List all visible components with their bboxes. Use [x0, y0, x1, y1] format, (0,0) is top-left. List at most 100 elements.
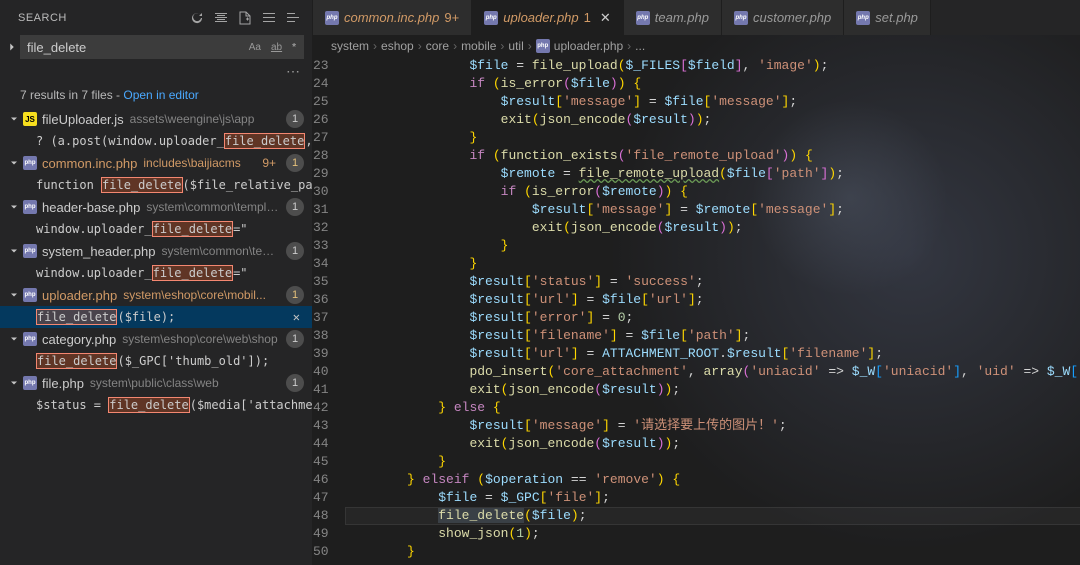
- clear-icon[interactable]: [210, 7, 232, 29]
- code-line[interactable]: $result['filename'] = $file['path'];: [345, 327, 1080, 345]
- line-number: 45: [313, 453, 329, 471]
- code-line[interactable]: } elseif ($operation == 'remove') {: [345, 471, 1080, 489]
- code-line[interactable]: }: [345, 129, 1080, 147]
- tab-name: common.inc.php: [344, 10, 439, 25]
- code-line[interactable]: pdo_insert('core_attachment', array('uni…: [345, 363, 1080, 381]
- chevron-down-icon[interactable]: [8, 377, 20, 389]
- editor-tab[interactable]: php common.inc.php 9+: [313, 0, 472, 35]
- code-line[interactable]: file_delete($file);: [345, 507, 1080, 525]
- file-result[interactable]: php uploader.php system\eshop\core\mobil…: [0, 284, 312, 306]
- breadcrumb-segment[interactable]: eshop: [381, 39, 414, 53]
- breadcrumb-segment[interactable]: util: [508, 39, 523, 53]
- refresh-icon[interactable]: [186, 7, 208, 29]
- breadcrumb-segment[interactable]: ...: [635, 39, 645, 53]
- code-line[interactable]: $file = $_GPC['file'];: [345, 489, 1080, 507]
- toggle-replace-icon[interactable]: [4, 40, 20, 54]
- match-count-badge: 1: [286, 198, 304, 216]
- php-icon: php: [734, 11, 748, 25]
- tab-name: set.php: [875, 10, 918, 25]
- chevron-down-icon[interactable]: [8, 333, 20, 345]
- code-line[interactable]: }: [345, 543, 1080, 561]
- code-content[interactable]: $file = file_upload($_FILES[$field], 'im…: [345, 57, 1080, 565]
- expand-icon[interactable]: [282, 7, 304, 29]
- tab-bar: php common.inc.php 9+ php uploader.php 1…: [313, 0, 1080, 35]
- editor-tab[interactable]: php customer.php: [722, 0, 844, 35]
- collapse-icon[interactable]: [258, 7, 280, 29]
- match-text: file_delete($file);: [36, 310, 175, 324]
- match-result[interactable]: window.uploader_file_delete=": [0, 262, 312, 284]
- code-editor[interactable]: 2324252627282930313233343536373839404142…: [313, 57, 1080, 565]
- tab-name: customer.php: [753, 10, 831, 25]
- regex-icon[interactable]: *: [289, 40, 299, 55]
- file-result[interactable]: php header-base.php system\common\templa…: [0, 196, 312, 218]
- editor-tab[interactable]: php uploader.php 1 ✕: [472, 0, 624, 35]
- chevron-down-icon[interactable]: [8, 289, 20, 301]
- file-result[interactable]: php file.php system\public\class\web 1: [0, 372, 312, 394]
- match-result[interactable]: file_delete($file); ✕: [0, 306, 312, 328]
- breadcrumb-separator: ›: [453, 39, 457, 53]
- code-line[interactable]: }: [345, 453, 1080, 471]
- code-line[interactable]: $result['url'] = ATTACHMENT_ROOT.$result…: [345, 345, 1080, 363]
- php-icon: php: [536, 39, 550, 53]
- breadcrumb-segment[interactable]: mobile: [461, 39, 496, 53]
- line-number: 25: [313, 93, 329, 111]
- file-result[interactable]: php common.inc.php includes\baijiacms 9+…: [0, 152, 312, 174]
- dismiss-icon[interactable]: ✕: [289, 310, 304, 324]
- new-file-icon[interactable]: [234, 7, 256, 29]
- match-result[interactable]: $status = file_delete($media['attachment…: [0, 394, 312, 416]
- code-line[interactable]: $result['message'] = $file['message'];: [345, 93, 1080, 111]
- match-result[interactable]: ? (a.post(window.uploader_file_delete, {: [0, 130, 312, 152]
- code-line[interactable]: $result['message'] = '请选择要上传的图片！';: [345, 417, 1080, 435]
- chevron-down-icon[interactable]: [8, 113, 20, 125]
- line-number: 31: [313, 201, 329, 219]
- close-icon[interactable]: ✕: [600, 10, 611, 26]
- editor-tab[interactable]: php set.php: [844, 0, 931, 35]
- code-line[interactable]: } else {: [345, 399, 1080, 417]
- php-icon: php: [636, 11, 650, 25]
- search-input-row: Aa ab *: [0, 35, 312, 59]
- file-name: header-base.php: [42, 200, 140, 215]
- code-line[interactable]: $remote = file_remote_upload($file['path…: [345, 165, 1080, 183]
- editor-area: php common.inc.php 9+ php uploader.php 1…: [313, 0, 1080, 565]
- code-line[interactable]: exit(json_encode($result));: [345, 435, 1080, 453]
- editor-tab[interactable]: php team.php: [624, 0, 722, 35]
- whole-word-icon[interactable]: ab: [268, 40, 285, 55]
- open-in-editor-link[interactable]: Open in editor: [123, 88, 198, 102]
- code-line[interactable]: }: [345, 237, 1080, 255]
- line-number: 47: [313, 489, 329, 507]
- chevron-down-icon[interactable]: [8, 157, 20, 169]
- match-result[interactable]: function file_delete($file_relative_path…: [0, 174, 312, 196]
- code-line[interactable]: show_json(1);: [345, 525, 1080, 543]
- file-result[interactable]: php system_header.php system\common\temp…: [0, 240, 312, 262]
- code-line[interactable]: exit(json_encode($result));: [345, 381, 1080, 399]
- line-number: 40: [313, 363, 329, 381]
- breadcrumb-segment[interactable]: system: [331, 39, 369, 53]
- breadcrumb-segment[interactable]: core: [426, 39, 449, 53]
- code-line[interactable]: $file = file_upload($_FILES[$field], 'im…: [345, 57, 1080, 75]
- line-number: 48: [313, 507, 329, 525]
- code-line[interactable]: $result['url'] = $file['url'];: [345, 291, 1080, 309]
- code-line[interactable]: exit(json_encode($result));: [345, 111, 1080, 129]
- match-result[interactable]: window.uploader_file_delete=": [0, 218, 312, 240]
- code-line[interactable]: if (function_exists('file_remote_upload'…: [345, 147, 1080, 165]
- file-result[interactable]: php category.php system\eshop\core\web\s…: [0, 328, 312, 350]
- case-sensitive-icon[interactable]: Aa: [246, 40, 264, 55]
- chevron-down-icon[interactable]: [8, 245, 20, 257]
- code-line[interactable]: if (is_error($file)) {: [345, 75, 1080, 93]
- code-line[interactable]: $result['status'] = 'success';: [345, 273, 1080, 291]
- breadcrumb-separator: ›: [528, 39, 532, 53]
- file-result[interactable]: JS fileUploader.js assets\weengine\js\ap…: [0, 108, 312, 130]
- breadcrumb-segment[interactable]: uploader.php: [554, 39, 623, 53]
- code-line[interactable]: $result['error'] = 0;: [345, 309, 1080, 327]
- code-line[interactable]: exit(json_encode($result));: [345, 219, 1080, 237]
- search-input[interactable]: [27, 40, 246, 55]
- code-line[interactable]: if (is_error($remote)) {: [345, 183, 1080, 201]
- match-count-badge: 1: [286, 154, 304, 172]
- code-line[interactable]: }: [345, 255, 1080, 273]
- tab-name: uploader.php: [503, 10, 578, 25]
- more-options-icon[interactable]: ⋯: [0, 63, 312, 84]
- code-line[interactable]: $result['message'] = $remote['message'];: [345, 201, 1080, 219]
- chevron-down-icon[interactable]: [8, 201, 20, 213]
- file-type-icon: php: [22, 332, 38, 346]
- match-result[interactable]: file_delete($_GPC['thumb_old']);: [0, 350, 312, 372]
